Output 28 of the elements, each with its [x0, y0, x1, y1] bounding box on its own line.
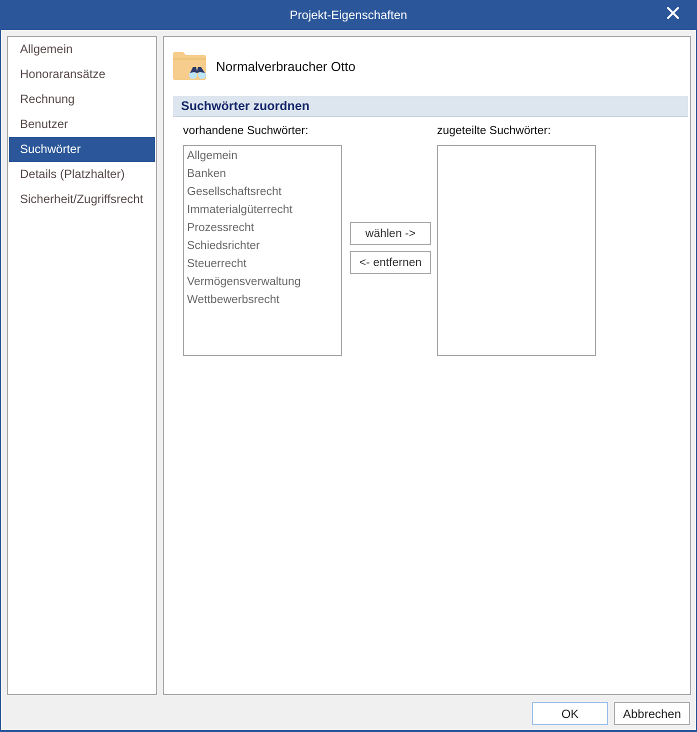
- project-name: Normalverbraucher Otto: [216, 58, 356, 74]
- list-label: vorhandene Suchwörter:: [183, 124, 310, 138]
- move-button[interactable]: <- entfernen: [350, 251, 431, 274]
- sidebar-item[interactable]: Allgemein: [9, 37, 155, 62]
- sidebar-item[interactable]: Benutzer: [9, 112, 155, 137]
- list-label: zugeteilte Suchwörter:: [437, 124, 552, 138]
- folder-binoculars-icon: [173, 52, 206, 80]
- keyword-item[interactable]: Gesellschaftsrecht: [187, 183, 338, 201]
- window-title: Projekt-Eigenschaften: [290, 8, 408, 22]
- sidebar-item[interactable]: Suchwörter: [9, 137, 155, 162]
- section-title: Suchwörter zuordnen: [181, 99, 310, 113]
- sidebar-item[interactable]: Rechnung: [9, 87, 155, 112]
- move-button[interactable]: wählen ->: [350, 222, 431, 245]
- keyword-item[interactable]: Allgemein: [187, 147, 338, 165]
- sidebar-item[interactable]: Details (Platzhalter): [9, 162, 155, 187]
- available-keywords-list[interactable]: Allgemein Banken Gesellschaftsrecht Immaterialgüterrecht Prozessrecht Schiedsrichter Steuerrecht Vermögensverwaltung Wettbewerbsrecht: [183, 145, 342, 356]
- keyword-item[interactable]: Schiedsrichter: [187, 237, 338, 255]
- keyword-item[interactable]: Immaterialgüterrecht: [187, 201, 338, 219]
- keyword-item[interactable]: Banken: [187, 165, 338, 183]
- sidebar-item[interactable]: Sicherheit/Zugriffsrecht: [9, 187, 155, 212]
- keyword-item[interactable]: Vermögensverwaltung: [187, 273, 338, 291]
- keyword-item[interactable]: Steuerrecht: [187, 255, 338, 273]
- keyword-item[interactable]: Prozessrecht: [187, 219, 338, 237]
- keyword-item[interactable]: Wettbewerbsrecht: [187, 291, 338, 309]
- sidebar-item[interactable]: Honoraransätze: [9, 62, 155, 87]
- dialog-button[interactable]: Abbrechen: [614, 702, 690, 725]
- close-icon[interactable]: [667, 7, 679, 19]
- default-button[interactable]: OK: [532, 702, 608, 725]
